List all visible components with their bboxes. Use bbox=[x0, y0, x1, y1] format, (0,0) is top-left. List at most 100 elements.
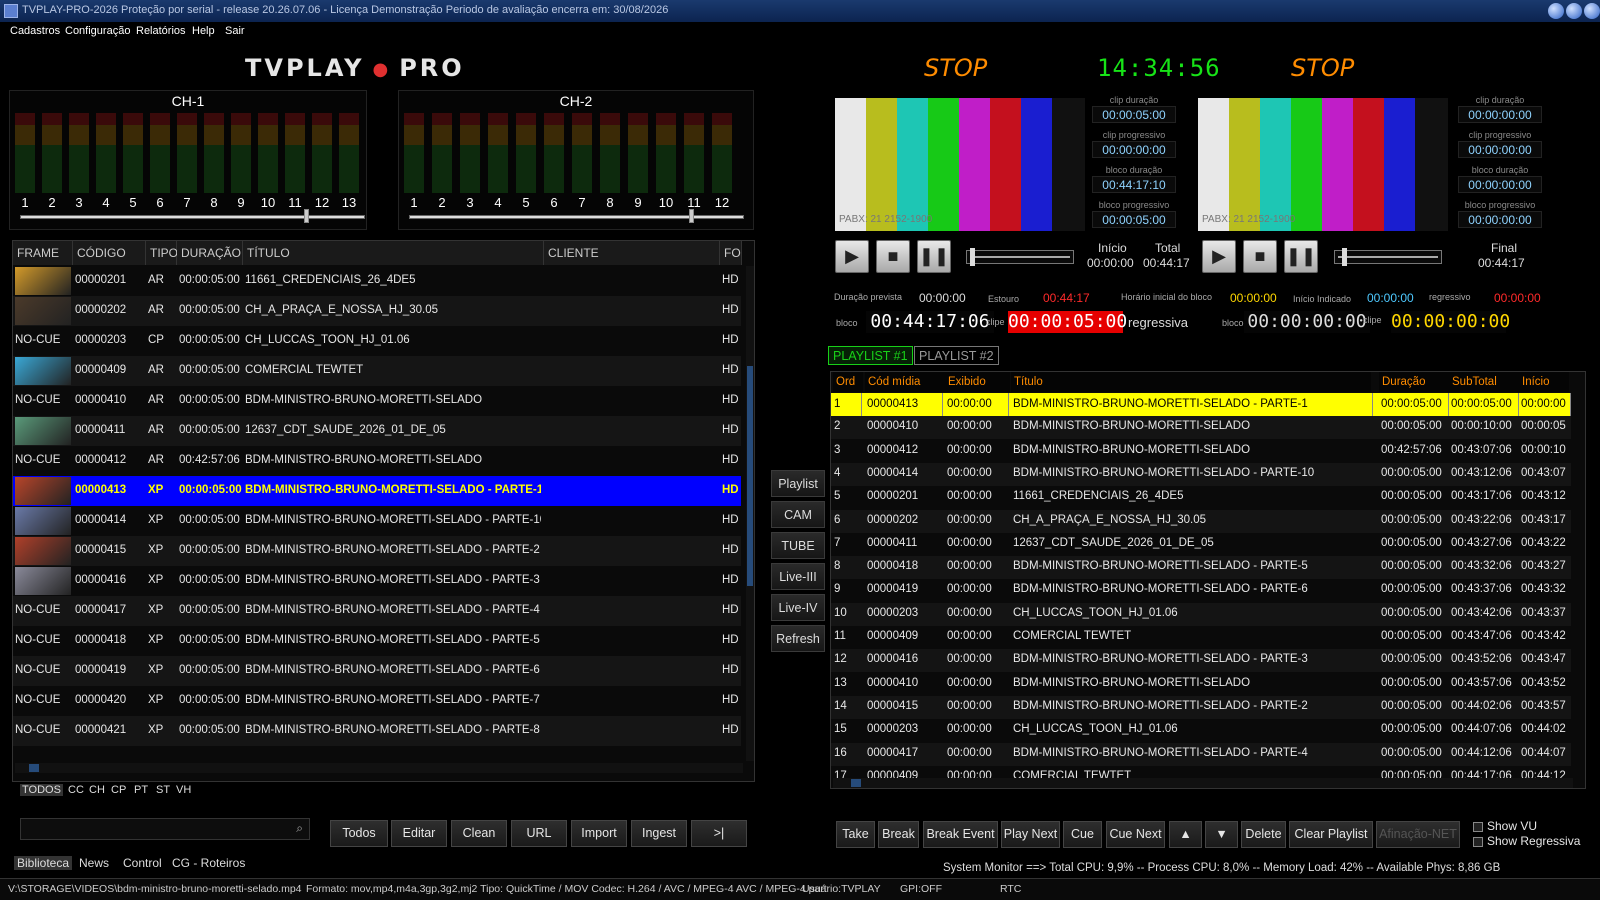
pl-col-duration[interactable]: Duração bbox=[1379, 372, 1449, 392]
table-row[interactable]: 00000413 XP 00:00:05:00 BDM-MINISTRO-BRUNO-… bbox=[13, 476, 741, 506]
col-code[interactable]: CÓDIGO bbox=[73, 241, 146, 265]
move-down-button[interactable]: ▼ bbox=[1205, 821, 1238, 848]
table-row[interactable]: NO-CUE 00000203 CP 00:00:05:00 CH_LUCCAS_TOO… bbox=[13, 326, 741, 356]
clean-button[interactable]: Clean bbox=[451, 820, 507, 847]
col-type[interactable]: TIPO bbox=[146, 241, 178, 265]
table-row[interactable]: 7 00000411 00:00:00 12637_CDT_SAUDE_2026_01… bbox=[831, 533, 1571, 556]
table-row[interactable]: 13 00000410 00:00:00 BDM-MINISTRO-BRUNO-MOR… bbox=[831, 673, 1571, 696]
delete-button[interactable]: Delete bbox=[1241, 821, 1286, 848]
pl-col-subtotal[interactable]: SubTotal bbox=[1449, 372, 1519, 392]
tab-playlist-2[interactable]: PLAYLIST #2 bbox=[914, 346, 999, 365]
table-row[interactable]: 14 00000415 00:00:00 BDM-MINISTRO-BRUNO-MOR… bbox=[831, 695, 1571, 719]
tab-biblioteca[interactable]: Biblioteca bbox=[14, 856, 73, 870]
table-row[interactable]: NO-CUE 00000419 XP 00:00:05:00 BDM-MINISTRO-… bbox=[13, 656, 741, 686]
show-regressiva-checkbox[interactable] bbox=[1473, 837, 1483, 847]
table-row[interactable]: 3 00000412 00:00:00 BDM-MINISTRO-BRUNO-MORE… bbox=[831, 440, 1571, 463]
table-row[interactable]: NO-CUE 00000420 XP 00:00:05:00 BDM-MINISTRO-… bbox=[13, 686, 741, 716]
minimize-button[interactable] bbox=[1548, 3, 1564, 19]
filter-todos[interactable]: TODOS bbox=[20, 784, 63, 796]
break-event-button[interactable]: Break Event bbox=[923, 821, 998, 848]
table-row[interactable]: NO-CUE 00000417 XP 00:00:05:00 BDM-MINISTRO-… bbox=[13, 596, 741, 626]
maximize-button[interactable] bbox=[1566, 3, 1582, 19]
side-refresh-button[interactable]: Refresh bbox=[771, 625, 825, 652]
table-row[interactable]: 00000415 XP 00:00:05:00 BDM-MINISTRO-BRUNO-… bbox=[13, 536, 741, 566]
menu-sair[interactable]: Sair bbox=[225, 25, 245, 37]
search-icon[interactable]: ⌕ bbox=[296, 821, 303, 836]
filter-cp[interactable]: CP bbox=[111, 784, 126, 796]
table-row[interactable]: 15 00000203 00:00:00 CH_LUCCAS_TOON_HJ_01.0… bbox=[831, 719, 1571, 742]
col-format[interactable]: FORMA bbox=[720, 241, 742, 265]
filter-vh[interactable]: VH bbox=[176, 784, 191, 796]
filter-cc[interactable]: CC bbox=[68, 784, 84, 796]
pause-button-2[interactable]: ❚❚ bbox=[1284, 240, 1318, 273]
menu-help[interactable]: Help bbox=[192, 25, 215, 37]
pause-button-1[interactable]: ❚❚ bbox=[917, 240, 951, 273]
break-button[interactable]: Break bbox=[878, 821, 919, 848]
table-row[interactable]: 4 00000414 00:00:00 BDM-MINISTRO-BRUNO-MORE… bbox=[831, 462, 1571, 486]
table-row[interactable]: 8 00000418 00:00:00 BDM-MINISTRO-BRUNO-MORE… bbox=[831, 556, 1571, 580]
seek-slider-1[interactable] bbox=[966, 250, 1074, 264]
filter-ch[interactable]: CH bbox=[89, 784, 105, 796]
menu-configuracao[interactable]: Configuração bbox=[65, 25, 130, 37]
show-vu-checkbox[interactable] bbox=[1473, 822, 1483, 832]
skip-button[interactable]: >| bbox=[691, 820, 747, 847]
import-button[interactable]: Import bbox=[571, 820, 627, 847]
table-row[interactable]: 10 00000203 00:00:00 CH_LUCCAS_TOON_HJ_01.0… bbox=[831, 602, 1571, 626]
tab-control[interactable]: Control bbox=[123, 856, 162, 870]
table-row[interactable]: 00000416 XP 00:00:05:00 BDM-MINISTRO-BRUNO-… bbox=[13, 566, 741, 596]
take-button[interactable]: Take bbox=[836, 821, 875, 848]
table-row[interactable]: 12 00000416 00:00:00 BDM-MINISTRO-BRUNO-MOR… bbox=[831, 649, 1571, 673]
move-up-button[interactable]: ▲ bbox=[1169, 821, 1202, 848]
library-hscrollbar[interactable] bbox=[15, 763, 743, 773]
table-row[interactable]: 9 00000419 00:00:00 BDM-MINISTRO-BRUNO-MORE… bbox=[831, 579, 1571, 602]
table-row[interactable]: 16 00000417 00:00:00 BDM-MINISTRO-BRUNO-MOR… bbox=[831, 742, 1571, 766]
table-row[interactable]: NO-CUE 00000421 XP 00:00:05:00 BDM-MINISTRO-… bbox=[13, 716, 741, 746]
clear-playlist-button[interactable]: Clear Playlist bbox=[1289, 821, 1373, 848]
tab-playlist-1[interactable]: PLAYLIST #1 bbox=[828, 346, 913, 365]
library-vscrollbar[interactable] bbox=[746, 266, 754, 761]
col-client[interactable]: CLIENTE bbox=[544, 241, 720, 265]
search-input[interactable]: ⌕ bbox=[20, 818, 310, 840]
cue-next-button[interactable]: Cue Next bbox=[1106, 821, 1165, 848]
menu-cadastros[interactable]: Cadastros bbox=[10, 25, 60, 37]
side-live3-button[interactable]: Live-III bbox=[771, 563, 825, 590]
filter-st[interactable]: ST bbox=[156, 784, 170, 796]
side-cam-button[interactable]: CAM bbox=[771, 501, 825, 528]
volume-knob-ch2[interactable] bbox=[689, 209, 694, 223]
table-row[interactable]: NO-CUE 00000418 XP 00:00:05:00 BDM-MINISTRO-… bbox=[13, 626, 741, 656]
table-row[interactable]: 5 00000201 00:00:00 11661_CREDENCIAIS_26_4D… bbox=[831, 486, 1571, 509]
side-playlist-button[interactable]: Playlist bbox=[771, 470, 825, 497]
playlist-hscrollbar[interactable] bbox=[833, 778, 1573, 788]
col-title[interactable]: TÍTULO bbox=[243, 241, 544, 265]
pl-col-inicio[interactable]: Início bbox=[1519, 372, 1569, 392]
table-row[interactable]: 00000201 AR 00:00:05:00 11661_CREDENCIAIS_2… bbox=[13, 266, 741, 296]
seek-knob-1[interactable] bbox=[970, 248, 975, 266]
table-row[interactable]: 00000409 AR 00:00:05:00 COMERCIAL TEWTET HD bbox=[13, 356, 741, 386]
table-row[interactable]: 6 00000202 00:00:00 CH_A_PRAÇA_É_NOSSA_HJ_3… bbox=[831, 509, 1571, 533]
side-live4-button[interactable]: Live-IV bbox=[771, 594, 825, 621]
afinacao-net-button[interactable]: Afinação-NET bbox=[1376, 821, 1460, 848]
volume-knob-ch1[interactable] bbox=[304, 209, 309, 223]
tab-cg-roteiros[interactable]: CG - Roteiros bbox=[172, 856, 245, 870]
table-row[interactable]: NO-CUE 00000410 AR 00:00:05:00 BDM-MINISTRO-… bbox=[13, 386, 741, 416]
play-button-1[interactable]: ▶ bbox=[835, 240, 869, 273]
table-row[interactable]: 2 00000410 00:00:00 BDM-MINISTRO-BRUNO-MORE… bbox=[831, 416, 1571, 440]
seek-slider-2[interactable] bbox=[1334, 250, 1442, 264]
ingest-button[interactable]: Ingest bbox=[631, 820, 687, 847]
pl-col-exibido[interactable]: Exibido bbox=[945, 372, 1010, 392]
seek-knob-2[interactable] bbox=[1342, 248, 1347, 266]
menu-relatorios[interactable]: Relatórios bbox=[136, 25, 186, 37]
tab-news[interactable]: News bbox=[79, 856, 109, 870]
todos-button[interactable]: Todos bbox=[330, 820, 388, 847]
table-row[interactable]: 00000411 AR 00:00:05:00 12637_CDT_SAUDE_202… bbox=[13, 416, 741, 446]
table-row[interactable]: NO-CUE 00000412 AR 00:42:57:06 BDM-MINISTRO-… bbox=[13, 446, 741, 476]
pl-col-title[interactable]: Título bbox=[1011, 372, 1371, 392]
side-tube-button[interactable]: TUBE bbox=[771, 532, 825, 559]
table-row[interactable]: 1 00000413 00:00:00 BDM-MINISTRO-BRUNO-MORE… bbox=[831, 393, 1571, 416]
stop-button-2[interactable]: ■ bbox=[1243, 240, 1277, 273]
table-row[interactable]: 11 00000409 00:00:00 COMERCIAL TEWTET 00:00:… bbox=[831, 626, 1571, 649]
col-duration[interactable]: DURAÇÃO bbox=[177, 241, 243, 265]
url-button[interactable]: URL bbox=[511, 820, 567, 847]
play-button-2[interactable]: ▶ bbox=[1202, 240, 1236, 273]
filter-pt[interactable]: PT bbox=[134, 784, 148, 796]
